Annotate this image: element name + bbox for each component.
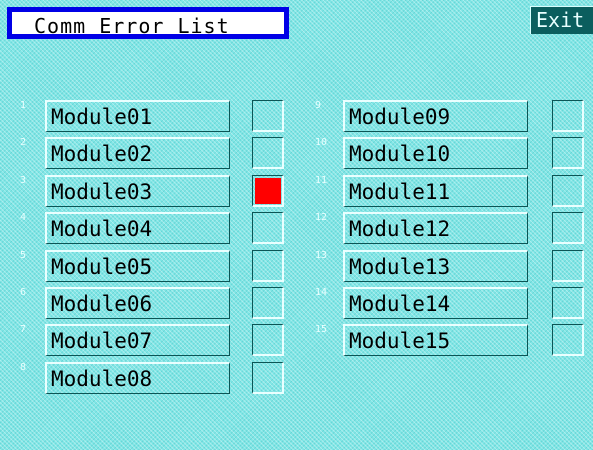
module-name-box: Module08 [45, 362, 230, 394]
module-status-fill [255, 365, 281, 391]
module-name-box: Module10 [343, 137, 528, 169]
module-name-box: Module03 [45, 175, 230, 207]
module-name: Module08 [51, 367, 153, 391]
module-status-indicator [552, 212, 584, 244]
module-name: Module11 [349, 180, 451, 204]
module-index: 2 [20, 137, 27, 148]
module-name-box: Module14 [343, 287, 528, 319]
module-name: Module02 [51, 142, 153, 166]
module-index: 11 [315, 175, 328, 186]
module-status-indicator [552, 324, 584, 356]
module-status-indicator [252, 287, 284, 319]
module-name: Module10 [349, 142, 451, 166]
module-name: Module15 [349, 329, 451, 353]
module-name-box: Module05 [45, 250, 230, 282]
module-status-indicator [552, 137, 584, 169]
module-name: Module04 [51, 217, 153, 241]
module-name-box: Module04 [45, 212, 230, 244]
module-status-fill [555, 327, 581, 353]
module-status-fill [555, 140, 581, 166]
module-name: Module07 [51, 329, 153, 353]
module-index: 14 [315, 287, 328, 298]
module-index: 7 [20, 324, 27, 335]
module-status-indicator [252, 362, 284, 394]
module-status-indicator [252, 137, 284, 169]
module-name: Module06 [51, 292, 153, 316]
module-status-fill [555, 253, 581, 279]
exit-button[interactable]: Exit [530, 6, 593, 34]
module-name: Module14 [349, 292, 451, 316]
module-name-box: Module07 [45, 324, 230, 356]
module-index: 1 [20, 100, 27, 111]
module-name-box: Module09 [343, 100, 528, 132]
module-status-fill [255, 215, 281, 241]
module-name: Module12 [349, 217, 451, 241]
module-index: 5 [20, 250, 27, 261]
comm-error-screen: Comm Error List Exit 1 Module01 2 Module02 3… [0, 0, 593, 450]
module-status-fill [555, 103, 581, 129]
module-status-indicator [552, 250, 584, 282]
module-status-fill [255, 103, 281, 129]
module-index: 4 [20, 212, 27, 223]
module-index: 6 [20, 287, 27, 298]
module-name-box: Module15 [343, 324, 528, 356]
title-bar: Comm Error List [7, 7, 289, 39]
module-name-box: Module11 [343, 175, 528, 207]
module-name: Module01 [51, 105, 153, 129]
module-name: Module09 [349, 105, 451, 129]
module-index: 13 [315, 250, 328, 261]
module-name-box: Module13 [343, 250, 528, 282]
module-index: 3 [20, 175, 27, 186]
module-index: 8 [20, 362, 27, 373]
module-status-indicator [552, 287, 584, 319]
module-status-fill [555, 290, 581, 316]
module-status-indicator [252, 100, 284, 132]
module-status-fill [255, 178, 281, 204]
module-status-indicator [252, 250, 284, 282]
module-index: 9 [315, 100, 322, 111]
module-index: 12 [315, 212, 328, 223]
module-status-fill [255, 327, 281, 353]
module-name: Module13 [349, 255, 451, 279]
module-name-box: Module06 [45, 287, 230, 319]
module-status-indicator [552, 100, 584, 132]
module-status-fill [255, 140, 281, 166]
module-status-fill [555, 215, 581, 241]
module-name: Module05 [51, 255, 153, 279]
module-index: 10 [315, 137, 328, 148]
exit-button-label: Exit [536, 8, 585, 32]
module-status-fill [255, 290, 281, 316]
page-title: Comm Error List [34, 14, 230, 38]
module-index: 15 [315, 324, 328, 335]
module-name: Module03 [51, 180, 153, 204]
module-name-box: Module12 [343, 212, 528, 244]
module-status-fill [255, 253, 281, 279]
module-name-box: Module02 [45, 137, 230, 169]
module-status-indicator [252, 175, 284, 207]
module-status-indicator [252, 324, 284, 356]
module-status-indicator [552, 175, 584, 207]
module-name-box: Module01 [45, 100, 230, 132]
module-status-fill [555, 178, 581, 204]
module-status-indicator [252, 212, 284, 244]
